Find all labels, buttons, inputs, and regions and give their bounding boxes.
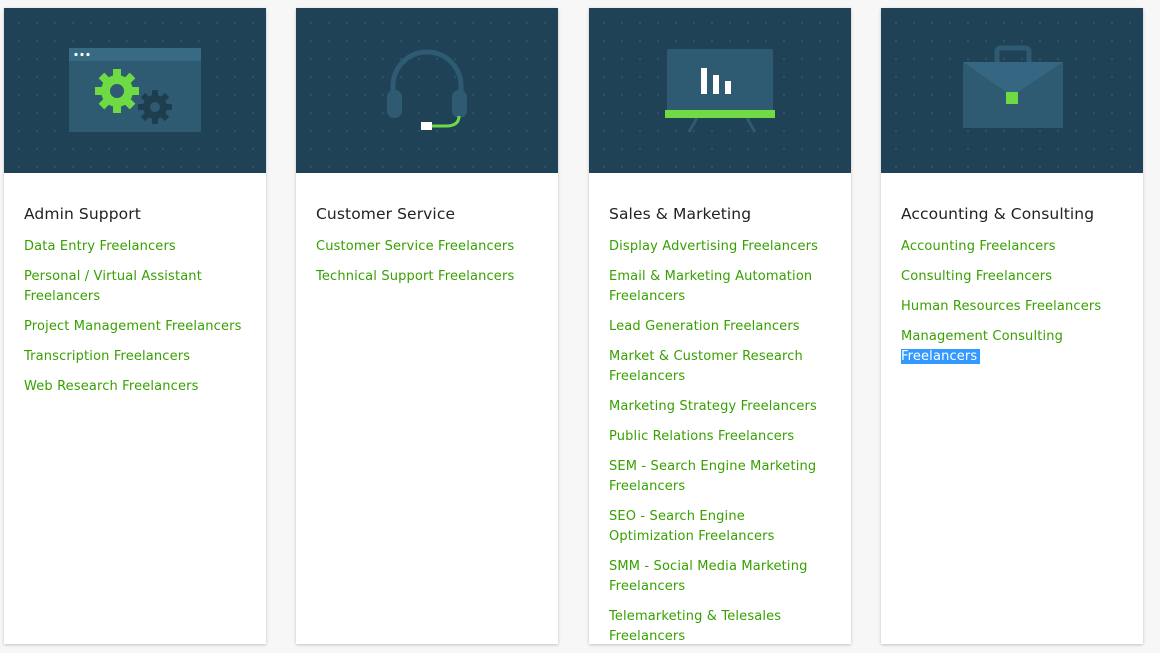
briefcase-icon	[963, 45, 1063, 128]
category-card-sales-marketing: Sales & Marketing Display Advertising Fr…	[589, 8, 851, 644]
freelancer-link-list: Data Entry Freelancers Personal / Virtua…	[24, 236, 246, 396]
freelancer-link-human-resources[interactable]: Human Resources Freelancers	[901, 299, 1101, 314]
category-card-customer-service: Customer Service Customer Service Freela…	[296, 8, 558, 644]
freelancer-link-lead-generation[interactable]: Lead Generation Freelancers	[609, 319, 800, 334]
presentation-board-icon	[665, 49, 775, 133]
category-card-accounting-consulting: Accounting & Consulting Accounting Freel…	[881, 8, 1143, 644]
freelancer-link-project-management[interactable]: Project Management Freelancers	[24, 319, 242, 334]
freelancer-link-virtual-assistant[interactable]: Personal / Virtual Assistant Freelancers	[24, 269, 202, 304]
card-title: Sales & Marketing	[609, 205, 752, 223]
freelancer-link-list: Accounting Freelancers Consulting Freela…	[901, 236, 1123, 366]
freelancer-link-email-marketing-automation[interactable]: Email & Marketing Automation Freelancers	[609, 269, 812, 304]
freelancer-link-seo[interactable]: SEO - Search Engine Optimization Freelan…	[609, 509, 775, 544]
freelancer-link-telemarketing[interactable]: Telemarketing & Telesales Freelancers	[609, 609, 781, 644]
freelancer-link-customer-service[interactable]: Customer Service Freelancers	[316, 239, 514, 254]
freelancer-link-smm[interactable]: SMM - Social Media Marketing Freelancers	[609, 559, 807, 594]
freelancer-link-list: Customer Service Freelancers Technical S…	[316, 236, 538, 286]
category-card-admin-support: Admin Support Data Entry Freelancers Per…	[4, 8, 266, 644]
freelancer-link-display-advertising[interactable]: Display Advertising Freelancers	[609, 239, 818, 254]
freelancer-link-consulting[interactable]: Consulting Freelancers	[901, 269, 1052, 284]
freelancer-link-list: Display Advertising Freelancers Email & …	[609, 236, 831, 646]
card-title: Accounting & Consulting	[901, 205, 1095, 223]
freelancer-link-public-relations[interactable]: Public Relations Freelancers	[609, 429, 794, 444]
freelancer-link-accounting[interactable]: Accounting Freelancers	[901, 239, 1056, 254]
card-illustration	[589, 8, 851, 173]
freelancer-link-sem[interactable]: SEM - Search Engine Marketing Freelancer…	[609, 459, 816, 494]
card-title: Admin Support	[24, 205, 141, 223]
freelancer-link-management-consulting[interactable]: Management Consulting Freelancers	[901, 329, 1063, 364]
freelancer-link-transcription[interactable]: Transcription Freelancers	[24, 349, 190, 364]
text-selection-highlight: Freelancers	[901, 349, 981, 364]
card-title: Customer Service	[316, 205, 456, 223]
freelancer-link-web-research[interactable]: Web Research Freelancers	[24, 379, 199, 394]
card-illustration	[296, 8, 558, 173]
headset-icon	[387, 49, 467, 130]
card-illustration	[881, 8, 1143, 173]
link-text: Management Consulting	[901, 329, 1064, 344]
gears-icon	[69, 48, 201, 132]
freelancer-link-marketing-strategy[interactable]: Marketing Strategy Freelancers	[609, 399, 817, 414]
card-illustration	[4, 8, 266, 173]
freelancer-link-data-entry[interactable]: Data Entry Freelancers	[24, 239, 176, 254]
freelancer-link-technical-support[interactable]: Technical Support Freelancers	[316, 269, 514, 284]
freelancer-link-market-customer-research[interactable]: Market & Customer Research Freelancers	[609, 349, 803, 384]
